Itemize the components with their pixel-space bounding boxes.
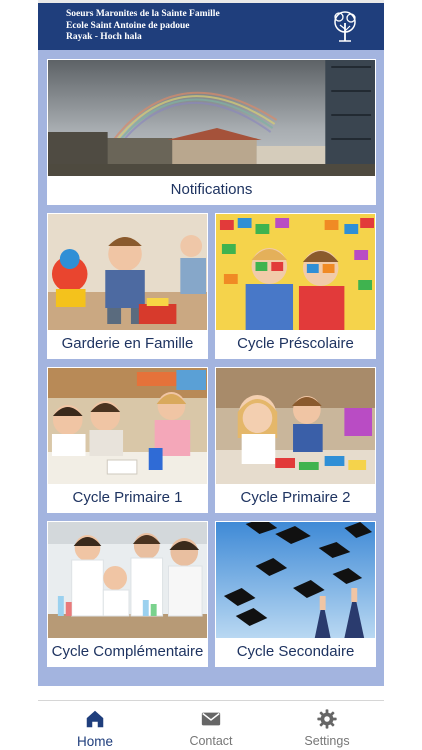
tile-cycle-prescolaire[interactable]: Cycle Préscolaire <box>215 213 376 359</box>
rainbow-campus-photo <box>48 60 375 176</box>
school-line-3: Rayak - Hoch hala <box>66 32 142 42</box>
app-frame: Soeurs Maronites de la Sainte Famille Ec… <box>38 0 384 750</box>
nav-label-settings: Settings <box>304 734 350 748</box>
school-logo-icon <box>334 11 356 42</box>
graduation-caps-photo <box>216 522 375 638</box>
school-line-2: Ecole Saint Antoine de padoue <box>66 20 190 31</box>
children-drawing-photo <box>48 368 207 484</box>
nav-divider <box>38 700 384 701</box>
tile-cycle-primaire-1[interactable]: Cycle Primaire 1 <box>47 367 208 513</box>
tile-label: Notifications <box>170 180 253 198</box>
girls-crafting-photo <box>216 368 375 484</box>
nav-label-contact: Contact <box>189 734 233 748</box>
tile-notifications[interactable]: Notifications <box>47 59 376 205</box>
school-name: Soeurs Maronites de la Sainte Famille Ec… <box>66 9 220 44</box>
tile-label: Garderie en Famille <box>61 334 194 352</box>
tile-garderie-en-famille[interactable]: Garderie en Famille <box>47 213 208 359</box>
children-with-blocks-photo <box>216 214 375 330</box>
tile-label: Cycle Primaire 2 <box>240 488 351 506</box>
nav-label-home: Home <box>76 734 113 749</box>
nav-settings[interactable]: Settings <box>287 708 367 750</box>
home-icon <box>86 710 104 728</box>
gear-icon <box>317 709 337 729</box>
tile-label: Cycle Primaire 1 <box>72 488 183 506</box>
tile-label: Cycle Préscolaire <box>237 334 354 352</box>
tile-label: Cycle Complémentaire <box>51 642 204 660</box>
nav-home[interactable]: Home <box>55 708 135 750</box>
tile-label: Cycle Secondaire <box>236 642 355 660</box>
toddlers-playing-photo <box>48 214 207 330</box>
app-header: Soeurs Maronites de la Sainte Famille Ec… <box>38 0 384 50</box>
nav-contact[interactable]: Contact <box>171 708 251 750</box>
envelope-icon <box>201 712 221 726</box>
school-line-1: Soeurs Maronites de la Sainte Famille <box>66 9 220 19</box>
menu-grid: Notifications Garderie en Famille Cycle … <box>38 50 384 686</box>
tile-cycle-primaire-2[interactable]: Cycle Primaire 2 <box>215 367 376 513</box>
tile-cycle-secondaire[interactable]: Cycle Secondaire <box>215 521 376 667</box>
science-lab-photo <box>48 522 207 638</box>
tile-cycle-complementaire[interactable]: Cycle Complémentaire <box>47 521 208 667</box>
